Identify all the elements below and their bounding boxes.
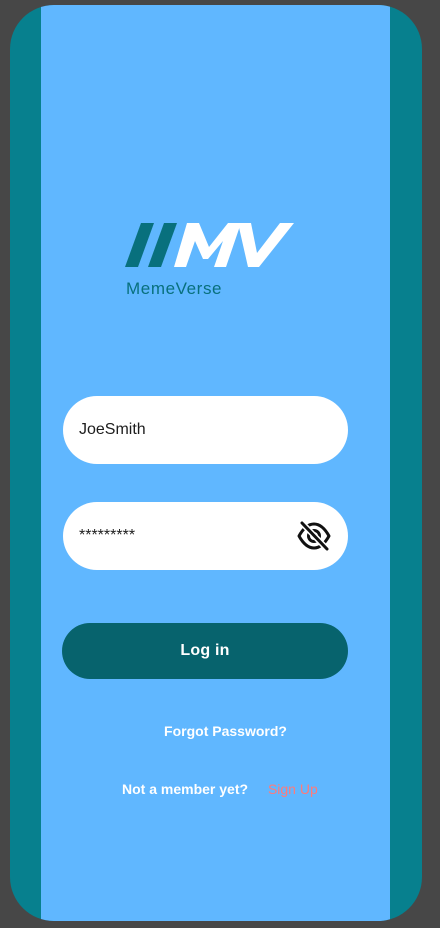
memeverse-logo-mark: [125, 223, 294, 267]
password-field[interactable]: [63, 502, 348, 570]
signup-row: Not a member yet? Sign Up: [122, 781, 318, 797]
eye-off-icon[interactable]: [296, 518, 332, 554]
login-button[interactable]: Log in: [62, 623, 348, 679]
device-frame: MemeVerse Log in Forgot Password? Not a …: [10, 5, 422, 921]
forgot-password-link[interactable]: Forgot Password?: [41, 723, 390, 739]
app-logo: MemeVerse: [125, 223, 297, 303]
username-field[interactable]: [63, 396, 348, 464]
username-input[interactable]: [79, 396, 289, 464]
login-screen: MemeVerse Log in Forgot Password? Not a …: [41, 5, 390, 921]
password-input[interactable]: [79, 502, 289, 570]
app-name: MemeVerse: [126, 279, 223, 298]
signup-prompt: Not a member yet?: [122, 781, 249, 797]
signup-link[interactable]: Sign Up: [268, 781, 318, 797]
